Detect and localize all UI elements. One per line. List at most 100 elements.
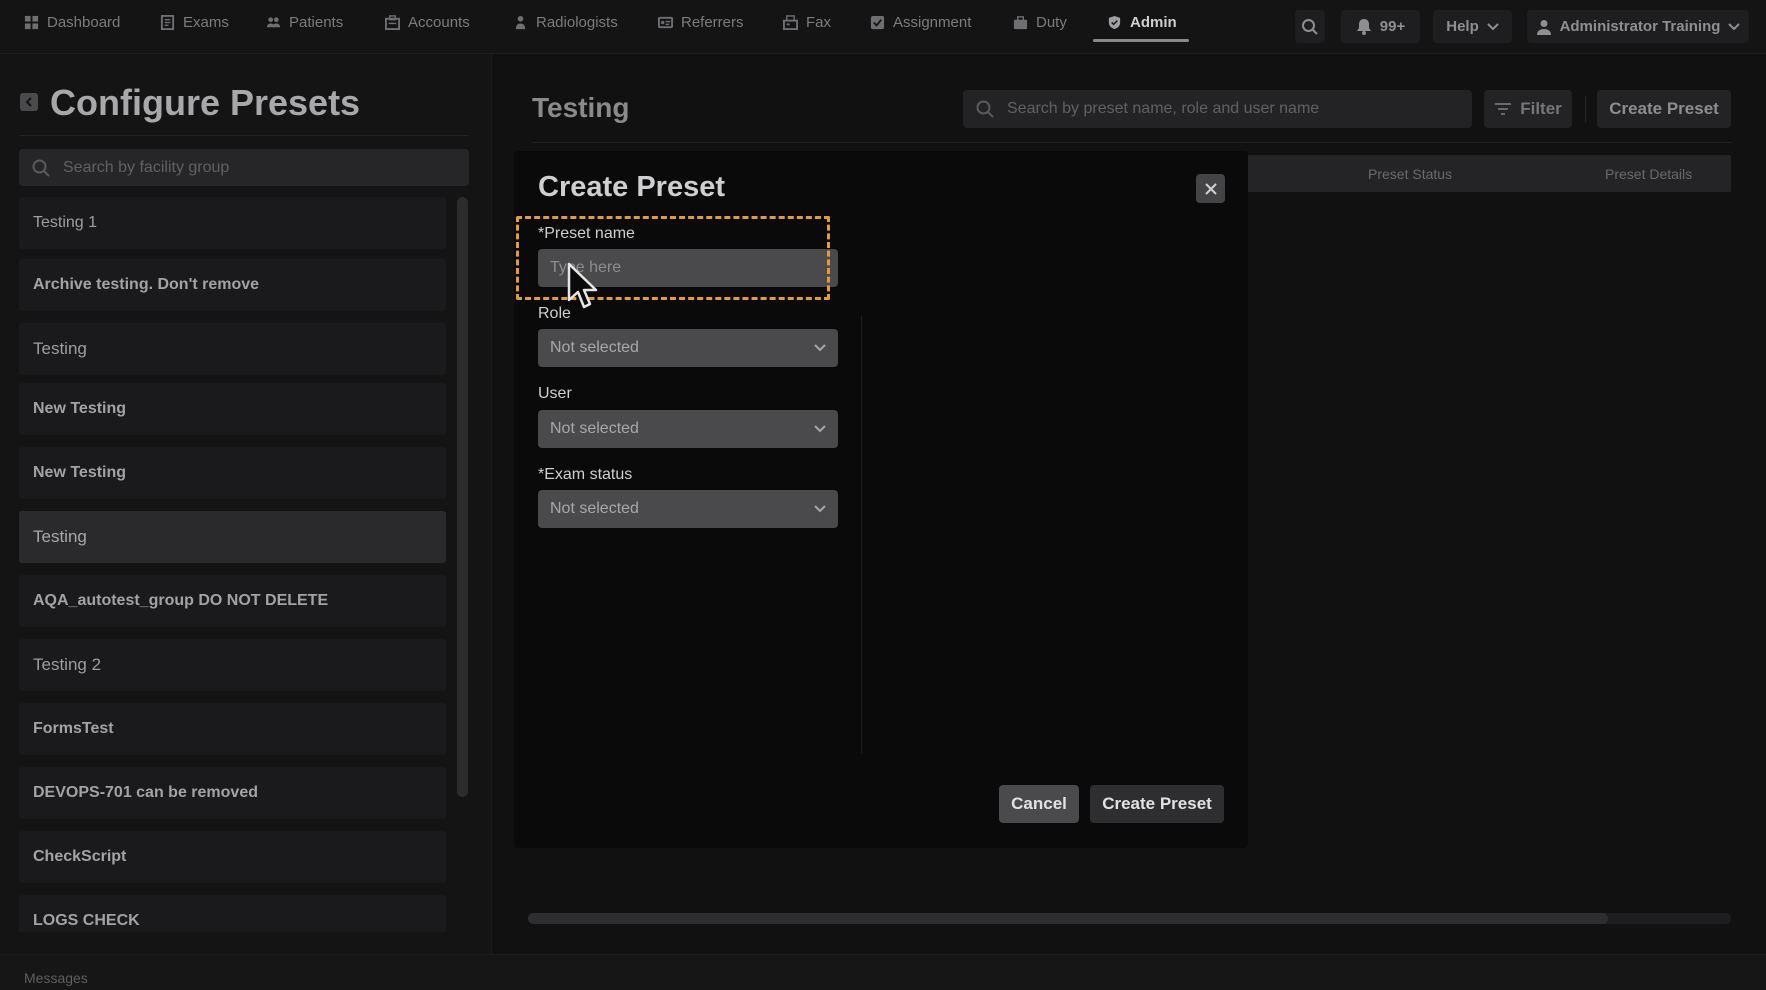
group-label: AQA_autotest_group DO NOT DELETE xyxy=(33,592,329,609)
filter-button[interactable]: Filter xyxy=(1484,90,1572,128)
filter-label: Filter xyxy=(1520,99,1562,118)
nav-label: Exams xyxy=(183,13,229,31)
role-select[interactable]: Not selected xyxy=(538,329,838,367)
nav-admin[interactable]: Admin xyxy=(1107,0,1177,44)
fax-icon xyxy=(783,14,798,30)
sidebar: Configure Presets Testing 1 Archive test… xyxy=(0,54,492,954)
cancel-button[interactable]: Cancel xyxy=(999,785,1079,823)
group-label: Testing 2 xyxy=(33,655,102,674)
messages-label[interactable]: Messages xyxy=(24,970,88,986)
group-label: New Testing xyxy=(33,464,127,481)
nav-accounts[interactable]: Accounts xyxy=(385,0,470,44)
arrow-left-icon xyxy=(25,97,32,107)
facility-group-item[interactable]: New Testing xyxy=(19,383,446,435)
main-title: Testing xyxy=(532,92,630,123)
group-label: CheckScript xyxy=(33,848,127,865)
facility-group-item[interactable]: Testing xyxy=(19,323,446,375)
help-label: Help xyxy=(1446,18,1479,35)
nav-exams[interactable]: Exams xyxy=(160,0,229,44)
facility-group-item[interactable]: Testing 1 xyxy=(19,197,446,249)
nav-label: Patients xyxy=(289,13,344,31)
accounts-icon xyxy=(385,14,400,30)
group-label: Archive testing. Don't remove xyxy=(33,276,260,293)
group-label: FormsTest xyxy=(33,720,114,737)
user-name: Administrator Training xyxy=(1559,18,1721,35)
create-preset-button[interactable]: Create Preset xyxy=(1597,90,1731,128)
create-preset-submit-button[interactable]: Create Preset xyxy=(1090,785,1224,823)
sidebar-scrollbar[interactable] xyxy=(457,197,468,797)
notifications-button[interactable]: 99+ xyxy=(1341,10,1420,43)
nav-referrers[interactable]: Referrers xyxy=(658,0,744,44)
group-label: Testing xyxy=(33,339,87,358)
nav-label: Dashboard xyxy=(47,13,121,31)
group-label: LOGS CHECK xyxy=(33,912,140,929)
preset-search-input[interactable] xyxy=(1007,100,1447,118)
nav-label: Admin xyxy=(1130,13,1177,31)
exam-status-label: *Exam status xyxy=(538,466,632,484)
horizontal-scrollbar-thumb[interactable] xyxy=(528,913,1608,924)
search-icon xyxy=(32,159,50,177)
facility-group-item-selected[interactable]: Testing xyxy=(19,511,446,563)
group-label: DEVOPS-701 can be removed xyxy=(33,784,258,801)
facility-group-item[interactable]: FormsTest xyxy=(19,703,446,755)
help-dropdown[interactable]: Help xyxy=(1433,10,1512,43)
group-label: New Testing xyxy=(33,400,127,417)
nav-label: Accounts xyxy=(408,13,470,31)
chevron-down-icon xyxy=(814,425,826,433)
nav-patients[interactable]: Patients xyxy=(266,0,343,44)
facility-group-item[interactable]: DEVOPS-701 can be removed xyxy=(19,767,446,819)
divider xyxy=(861,316,862,753)
nav-label: Fax xyxy=(806,13,832,31)
chevron-down-icon xyxy=(1728,22,1741,30)
facility-group-item[interactable]: New Testing xyxy=(19,447,446,499)
referrers-icon xyxy=(658,16,673,28)
nav-duty[interactable]: Duty xyxy=(1013,0,1067,44)
footer: Messages xyxy=(0,954,1766,990)
label-text: Preset name xyxy=(544,225,635,242)
global-search-button[interactable] xyxy=(1295,10,1325,43)
filter-icon xyxy=(1495,103,1512,115)
group-label: Testing 1 xyxy=(33,214,98,231)
top-navigation: Dashboard Exams Patients Accounts Radiol… xyxy=(0,0,1766,54)
chevron-down-icon xyxy=(1487,22,1499,30)
exam-status-value: Not selected xyxy=(550,500,639,517)
close-button[interactable] xyxy=(1196,174,1225,203)
radiologist-icon xyxy=(515,15,526,29)
user-menu[interactable]: Administrator Training xyxy=(1527,10,1749,43)
facility-group-item[interactable]: AQA_autotest_group DO NOT DELETE xyxy=(19,575,446,627)
nav-fax[interactable]: Fax xyxy=(783,0,831,44)
close-icon xyxy=(1204,182,1217,195)
user-select[interactable]: Not selected xyxy=(538,410,838,448)
active-tab-indicator xyxy=(1093,39,1189,42)
role-value: Not selected xyxy=(550,339,639,356)
preset-name-input[interactable] xyxy=(538,249,838,287)
facility-search-input[interactable] xyxy=(63,158,443,177)
preset-search xyxy=(963,90,1472,128)
modal-title: Create Preset xyxy=(538,171,725,203)
facility-group-item[interactable]: Archive testing. Don't remove xyxy=(19,259,446,311)
notifications-count: 99+ xyxy=(1379,18,1406,35)
nav-label: Duty xyxy=(1036,13,1067,31)
nav-label: Referrers xyxy=(681,13,744,31)
search-icon xyxy=(976,100,994,118)
label-text: Exam status xyxy=(544,466,633,483)
search-icon xyxy=(1302,18,1318,35)
chevron-down-icon xyxy=(814,505,826,513)
facility-group-item[interactable]: Testing 2 xyxy=(19,639,446,691)
role-label: Role xyxy=(538,305,571,322)
chevron-down-icon xyxy=(814,344,826,352)
shield-icon xyxy=(1108,15,1121,29)
back-button[interactable] xyxy=(20,93,38,111)
nav-dashboard[interactable]: Dashboard xyxy=(24,0,120,44)
facility-group-item[interactable]: CheckScript xyxy=(19,831,446,883)
nav-label: Assignment xyxy=(893,13,972,31)
column-header-preset-status: Preset Status xyxy=(1368,166,1453,182)
assignment-icon xyxy=(870,15,885,29)
patients-icon xyxy=(266,16,281,27)
exam-status-select[interactable]: Not selected xyxy=(538,490,838,528)
nav-assignment[interactable]: Assignment xyxy=(870,0,971,44)
user-value: Not selected xyxy=(550,420,639,437)
facility-group-item[interactable]: LOGS CHECK xyxy=(19,895,446,932)
group-label: Testing xyxy=(33,527,87,546)
nav-radiologists[interactable]: Radiologists xyxy=(513,0,618,44)
